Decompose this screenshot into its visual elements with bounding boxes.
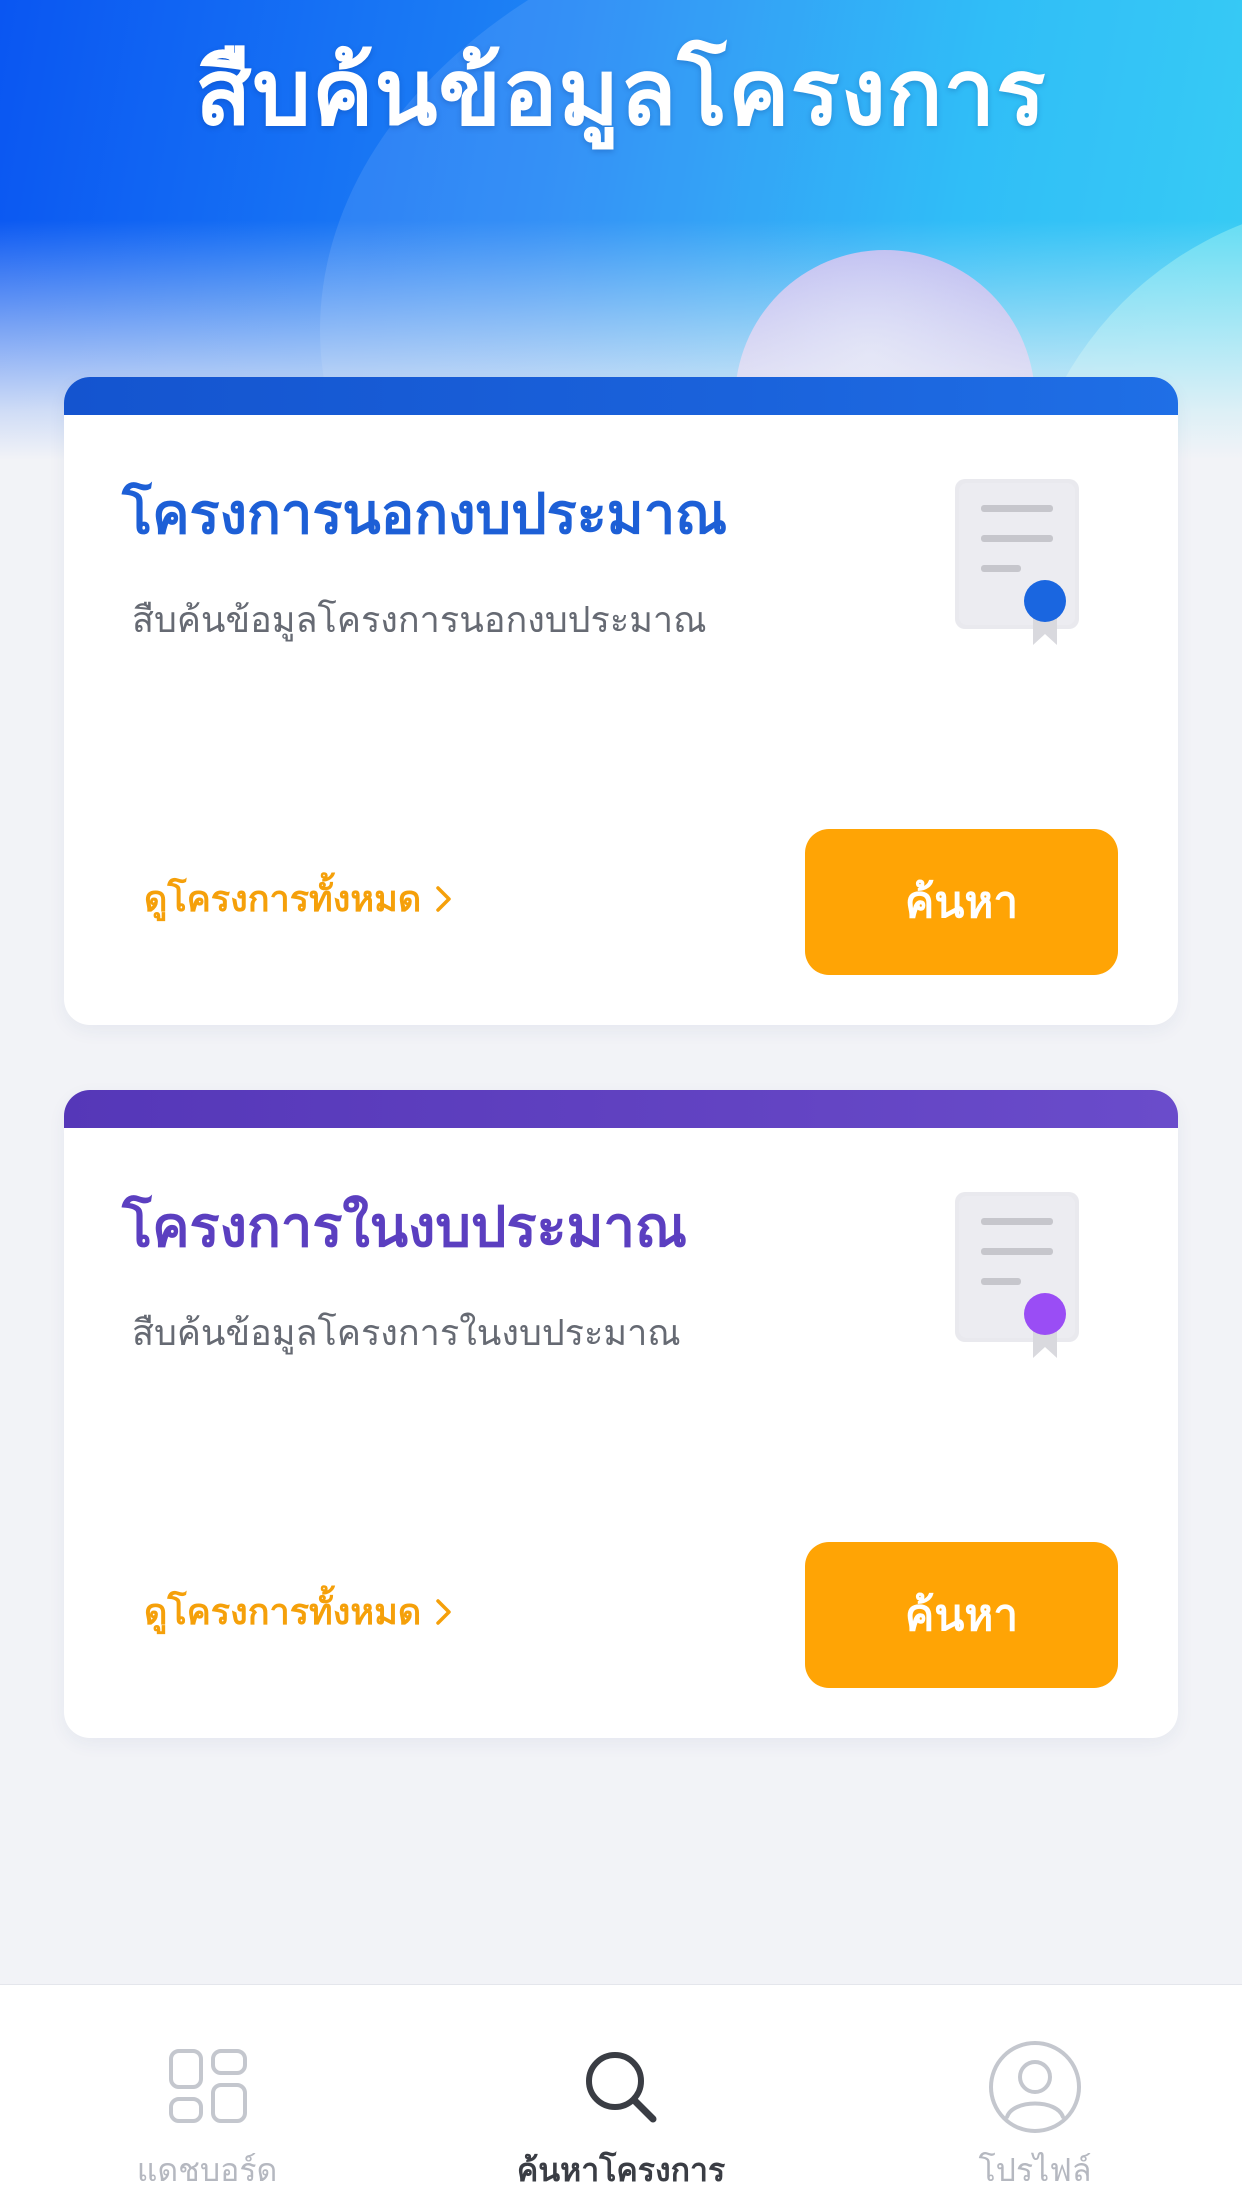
search-button[interactable]: ค้นหา: [805, 1542, 1118, 1688]
card-description: สืบค้นข้อมูลโครงการนอกงบประมาณ: [132, 600, 707, 641]
certificate-icon: [955, 479, 1079, 645]
tab-search-projects[interactable]: ค้นหาโครงการ: [414, 1985, 828, 2209]
card-accent-bar: [64, 1090, 1178, 1128]
tab-label: ค้นหาโครงการ: [516, 2151, 726, 2189]
tab-profile[interactable]: โปรไฟล์: [828, 1985, 1242, 2209]
view-all-label: ดูโครงการทั้งหมด: [144, 1592, 422, 1633]
page-title: สืบค้นข้อมูลโครงการ: [195, 39, 1047, 146]
tab-dashboard[interactable]: แดชบอร์ด: [0, 1985, 414, 2209]
view-all-projects-link[interactable]: ดูโครงการทั้งหมด: [144, 870, 455, 927]
card-description: สืบค้นข้อมูลโครงการในงบประมาณ: [132, 1313, 681, 1354]
card-title: โครงการนอกงบประมาณ: [122, 482, 728, 547]
view-all-label: ดูโครงการทั้งหมด: [144, 879, 422, 920]
project-card-off-budget: โครงการนอกงบประมาณ สืบค้นข้อมูลโครงการนอ…: [64, 377, 1178, 1025]
dashboard-icon: [169, 2049, 247, 2123]
project-card-in-budget: โครงการในงบประมาณ สืบค้นข้อมูลโครงการในง…: [64, 1090, 1178, 1738]
search-icon: [586, 2052, 657, 2123]
card-accent-bar: [64, 377, 1178, 415]
certificate-icon: [955, 1192, 1079, 1358]
search-button[interactable]: ค้นหา: [805, 829, 1118, 975]
chevron-right-icon: [436, 1598, 451, 1625]
bottom-tab-bar: แดชบอร์ด ค้นหาโครงการ โปรไฟล์: [0, 1984, 1242, 2209]
tab-label: โปรไฟล์: [978, 2151, 1092, 2189]
chevron-right-icon: [436, 885, 451, 912]
tab-label: แดชบอร์ด: [136, 2151, 278, 2189]
view-all-projects-link[interactable]: ดูโครงการทั้งหมด: [144, 1583, 455, 1640]
profile-icon: [989, 2041, 1081, 2133]
card-title: โครงการในงบประมาณ: [122, 1195, 687, 1260]
